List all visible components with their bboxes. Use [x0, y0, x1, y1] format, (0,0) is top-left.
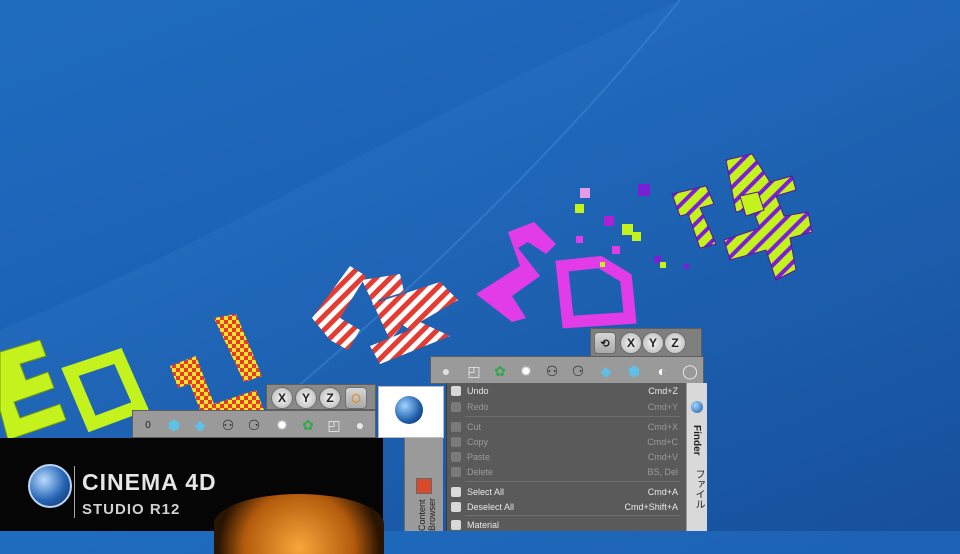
delete-icon [451, 467, 461, 477]
gear-icon-left[interactable]: ✿ [295, 414, 321, 436]
splash-title: CINEMA 4D [82, 469, 217, 495]
menu-item-undo[interactable]: Undo Cmd+Z [447, 385, 686, 399]
x-axis-button[interactable]: X [620, 332, 642, 354]
light-icon[interactable]: ◐ [649, 360, 675, 382]
plane-icon[interactable]: ◆ [593, 360, 619, 382]
browser-globe-icon [691, 401, 703, 413]
y-axis-button-left[interactable]: Y [295, 387, 317, 409]
menu-item-label: Copy [467, 437, 489, 447]
menu-item-shortcut: Cmd+A [647, 487, 678, 497]
paste-icon [451, 452, 461, 462]
menu-item-shortcut: Cmd+Z [648, 386, 678, 396]
menu-item-deselect-all[interactable]: Deselect All Cmd+Shift+A [447, 501, 686, 515]
splash-subtitle: STUDIO R12 [82, 501, 181, 518]
z-label-left: Z [326, 391, 334, 405]
sphere-icon-left[interactable]: ● [347, 414, 373, 436]
camera-icon[interactable]: ⚇ [539, 360, 565, 382]
material-icon-left[interactable]: ◰ [321, 414, 347, 436]
deselect-all-icon [451, 502, 461, 512]
menu-item-label: Deselect All [467, 502, 515, 512]
sphere-icon[interactable]: ● [433, 360, 459, 382]
y-label: Y [648, 336, 657, 350]
copy-icon [451, 437, 461, 447]
material-icon [451, 520, 461, 530]
menu-separator [465, 416, 680, 417]
c4d-logo-icon [395, 396, 423, 424]
cube-icon-left[interactable]: ⬢ [161, 414, 187, 436]
menu-item-label: Delete [467, 467, 494, 477]
menu-item-shortcut: Cmd+Y [647, 402, 678, 412]
menu-item-redo[interactable]: Redo Cmd+Y [447, 401, 686, 415]
left-xyz-toolbar: X Y Z ⬡ [266, 384, 376, 410]
finder-tab[interactable]: Finder [691, 425, 702, 456]
z-label: Z [671, 336, 679, 350]
menu-item-label: Undo [467, 386, 489, 396]
world-axis-icon[interactable]: ⬡ [345, 387, 367, 409]
menu-item-shortcut: Cmd+C [647, 437, 678, 447]
file-tab[interactable]: ファイル [691, 469, 706, 509]
document-thumbnail[interactable] [378, 386, 444, 438]
y-axis-button[interactable]: Y [642, 332, 664, 354]
menu-item-label: Select All [467, 487, 505, 497]
coordinate-icon[interactable]: 0 [135, 414, 161, 436]
cube-icon[interactable]: ⬢ [621, 360, 647, 382]
burst-icon-left[interactable]: ✹ [269, 414, 295, 436]
menu-item-select-all[interactable]: Select All Cmd+A [447, 486, 686, 500]
x-label-left: X [277, 391, 286, 405]
gear-icon[interactable]: ✿ [487, 360, 513, 382]
side-tab-strip: Finder ファイル [686, 383, 707, 531]
redo-icon [451, 402, 461, 412]
splash-planet [214, 494, 384, 554]
undo-icon [451, 386, 461, 396]
x-label: X [626, 336, 635, 350]
cinema4d-logo-icon [28, 464, 72, 508]
material-icon[interactable]: ◰ [461, 360, 487, 382]
cut-icon [451, 422, 461, 432]
menu-item-delete[interactable]: Delete BS, Del [447, 466, 686, 480]
context-menu: Undo Cmd+Z Redo Cmd+Y Cut Cmd+X Copy Cmd+C Paste… [446, 383, 686, 531]
menu-item-cut[interactable]: Cut Cmd+X [447, 421, 686, 435]
cinema4d-splash: CINEMA 4D STUDIO R12 [0, 438, 384, 554]
menu-item-label: Material [467, 520, 500, 530]
top-icon-toolbar: ● ◰ ✿ ✹ ⚇ ⚆ ◆ ⬢ ◐ ◯ [430, 356, 704, 384]
menu-separator [465, 515, 680, 516]
menu-item-label: Redo [467, 402, 489, 412]
menu-item-label: Paste [467, 452, 491, 462]
burst-icon[interactable]: ✹ [513, 360, 539, 382]
content-browser-tab[interactable]: Content Browser [404, 438, 443, 531]
video-camera-icon[interactable]: ⚆ [565, 360, 591, 382]
menu-item-paste[interactable]: Paste Cmd+V [447, 451, 686, 465]
rotate-icon[interactable]: ⟲ [594, 332, 616, 354]
menu-item-shortcut: Cmd+X [647, 422, 678, 432]
menu-separator [465, 481, 680, 482]
sphere-small-icon[interactable]: ◯ [677, 360, 703, 382]
menu-item-shortcut: Cmd+Shift+A [624, 502, 678, 512]
plane-icon-left[interactable]: ◆ [187, 414, 213, 436]
coordinate-label: 0 [145, 419, 151, 431]
upper-xyz-toolbar: ⟲ X Y Z [590, 328, 702, 358]
video-camera-icon-left[interactable]: ⚆ [241, 414, 267, 436]
camera-icon-left[interactable]: ⚇ [215, 414, 241, 436]
x-axis-button-left[interactable]: X [271, 387, 293, 409]
y-label-left: Y [301, 391, 310, 405]
select-all-icon [451, 487, 461, 497]
z-axis-button[interactable]: Z [664, 332, 686, 354]
menu-item-shortcut: BS, Del [647, 467, 678, 477]
splash-divider [74, 466, 75, 518]
z-axis-button-left[interactable]: Z [319, 387, 341, 409]
content-browser-label: Content Browser [417, 497, 437, 531]
left-icon-toolbar: 0 ⬢ ◆ ⚇ ⚆ ✹ ✿ ◰ ● [132, 410, 376, 438]
menu-item-shortcut: Cmd+V [647, 452, 678, 462]
menu-item-copy[interactable]: Copy Cmd+C [447, 436, 686, 450]
menu-item-label: Cut [467, 422, 482, 432]
